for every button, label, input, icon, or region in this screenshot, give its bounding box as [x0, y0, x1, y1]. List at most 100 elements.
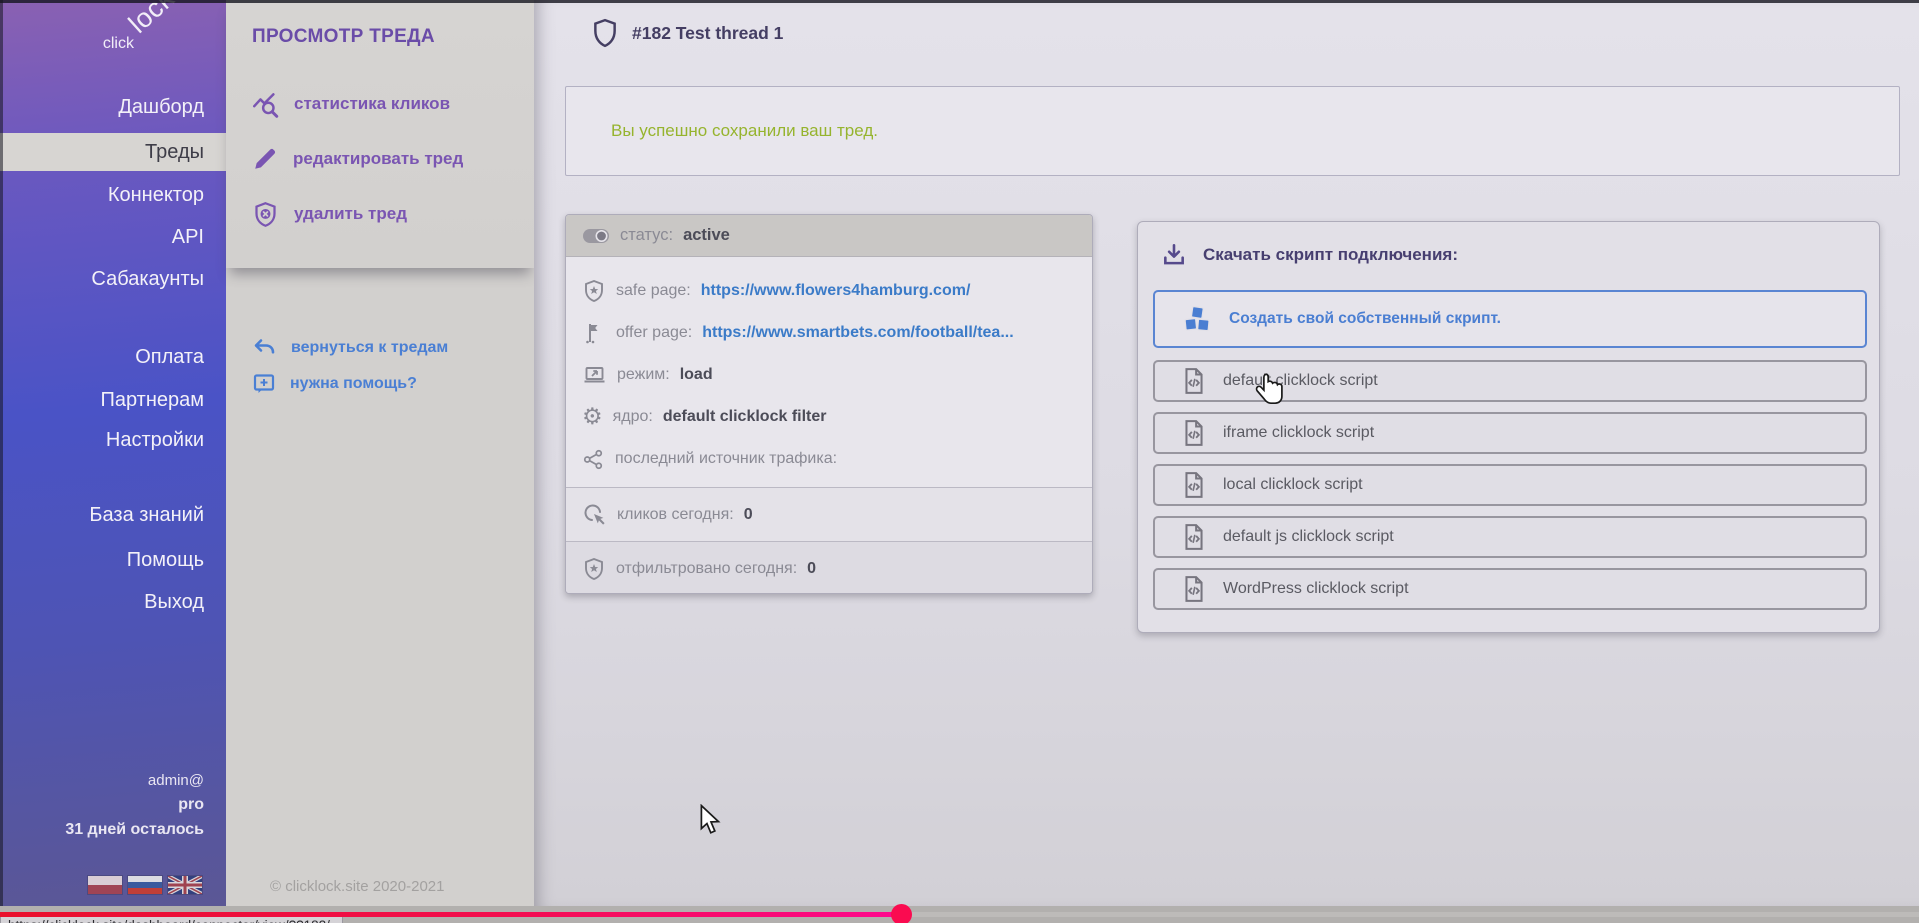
script-button-label: default clicklock script — [1223, 372, 1378, 390]
shield-icon — [592, 18, 618, 48]
action-label: редактировать тред — [293, 149, 463, 169]
create-own-script-label: Создать свой собственный скрипт. — [1229, 310, 1501, 328]
account-days-left: 31 дней осталось — [65, 821, 204, 839]
status-header-row: статус: active — [566, 215, 1092, 257]
video-edge-left — [0, 0, 3, 906]
flag-pin-icon — [582, 321, 606, 345]
page-title: #182 Test thread 1 — [632, 23, 783, 44]
logo-text-click: click — [103, 35, 134, 52]
video-progress-bar[interactable] — [0, 912, 1919, 917]
cubes-icon — [1181, 304, 1213, 334]
sidebar: clicklock Дашборд Треды Коннектор API Са… — [0, 0, 226, 906]
filtered-label: отфильтровано сегодня: — [616, 560, 797, 578]
row-mode: режим: load — [582, 354, 1092, 396]
uk-flag[interactable] — [168, 876, 202, 894]
sidebar-item-knowledge-base[interactable]: База знаний — [0, 496, 226, 534]
sidebar-item-api[interactable]: API — [0, 218, 226, 256]
file-code-icon — [1181, 367, 1207, 395]
language-switcher — [88, 876, 202, 894]
sidebar-item-dashboard[interactable]: Дашборд — [0, 88, 226, 126]
action-delete-thread[interactable]: удалить тред — [252, 198, 407, 230]
default-clicklock-script-button[interactable]: default clicklock script — [1153, 360, 1867, 402]
script-button-label: local clicklock script — [1223, 476, 1363, 494]
link-back-to-threads[interactable]: вернуться к тредам — [252, 334, 448, 362]
default-js-clicklock-script-button[interactable]: default js clicklock script — [1153, 516, 1867, 558]
download-icon — [1161, 242, 1187, 268]
core-value: default clicklock filter — [663, 408, 827, 426]
russia-flag[interactable] — [128, 876, 162, 894]
file-code-icon — [1181, 523, 1207, 551]
wordpress-clicklock-script-button[interactable]: WordPress clicklock script — [1153, 568, 1867, 610]
row-label: safe page: — [616, 282, 691, 300]
shield-star-icon — [582, 557, 606, 581]
script-button-label: default js clicklock script — [1223, 528, 1394, 546]
download-title-text: Скачать скрипт подключения: — [1203, 245, 1458, 265]
file-code-icon — [1181, 471, 1207, 499]
row-safe-page: safe page: https://www.flowers4hamburg.c… — [582, 270, 1092, 312]
laptop-arrow-icon — [582, 363, 607, 387]
copyright: © clicklock.site 2020-2021 — [270, 878, 444, 895]
safe-page-link[interactable]: https://www.flowers4hamburg.com/ — [701, 282, 971, 300]
local-clicklock-script-button[interactable]: local clicklock script — [1153, 464, 1867, 506]
success-alert: Вы успешно сохранили ваш тред. — [565, 86, 1900, 176]
row-core: ⚙ ядро: default clicklock filter — [582, 396, 1092, 438]
row-label: offer page: — [616, 324, 692, 342]
sidebar-item-connector[interactable]: Коннектор — [0, 176, 226, 214]
toggle-icon — [582, 227, 610, 245]
statusbar-url-text: https://clicklock.site/dashboard/connect… — [8, 918, 330, 923]
video-progress-fill — [0, 912, 902, 917]
status-card-body: safe page: https://www.flowers4hamburg.c… — [566, 258, 1092, 480]
video-progress-handle[interactable] — [891, 904, 912, 923]
action-click-statistics[interactable]: статистика кликов — [252, 88, 450, 120]
sidebar-item-partners[interactable]: Партнерам — [0, 381, 226, 419]
file-code-icon — [1181, 575, 1207, 603]
clicks-today-row: кликов сегодня: 0 — [566, 487, 1092, 541]
clicks-label: кликов сегодня: — [617, 506, 734, 524]
link-label: вернуться к тредам — [291, 339, 448, 357]
thread-panel-title: ПРОСМОТР ТРЕДА — [252, 26, 435, 48]
clicks-value: 0 — [744, 506, 753, 524]
undo-arrow-icon — [252, 337, 277, 359]
file-code-icon — [1181, 419, 1207, 447]
download-card-title: Скачать скрипт подключения: — [1161, 242, 1458, 268]
sidebar-item-logout[interactable]: Выход — [0, 583, 226, 621]
sidebar-item-threads[interactable]: Треды — [0, 133, 226, 171]
offer-page-link[interactable]: https://www.smartbets.com/football/tea..… — [702, 324, 1013, 342]
clicklock-logo[interactable]: clicklock — [103, 24, 184, 55]
pencil-icon — [252, 146, 278, 172]
sidebar-item-payment[interactable]: Оплата — [0, 338, 226, 376]
click-cursor-icon — [582, 502, 607, 527]
filtered-today-row: отфильтровано сегодня: 0 — [566, 541, 1092, 594]
mode-value: load — [680, 366, 713, 384]
row-label: ядро: — [613, 408, 653, 426]
sidebar-item-settings[interactable]: Настройки — [0, 421, 226, 459]
link-need-help[interactable]: нужна помощь? — [252, 370, 417, 398]
action-label: статистика кликов — [294, 94, 450, 114]
sidebar-item-help[interactable]: Помощь — [0, 541, 226, 579]
app-window: clicklock Дашборд Треды Коннектор API Са… — [0, 0, 1919, 923]
account-email: admin@ — [148, 772, 204, 789]
row-label: режим: — [617, 366, 670, 384]
help-message-icon — [252, 372, 276, 396]
sidebar-item-subaccounts[interactable]: Сабакаунты — [0, 260, 226, 298]
stats-search-icon — [252, 91, 279, 118]
script-button-label: iframe clicklock script — [1223, 424, 1374, 442]
thread-actions-panel: ПРОСМОТР ТРЕДА статистика кликов редакти… — [226, 0, 534, 268]
action-edit-thread[interactable]: редактировать тред — [252, 143, 463, 175]
logo-text-lock: lock — [123, 0, 181, 40]
create-own-script-button[interactable]: Создать свой собственный скрипт. — [1153, 290, 1867, 348]
poland-flag[interactable] — [88, 876, 122, 894]
row-offer-page: offer page: https://www.smartbets.com/fo… — [582, 312, 1092, 354]
thread-status-card: статус: active safe page: https://www.fl… — [565, 214, 1093, 594]
shield-star-icon — [582, 279, 606, 303]
status-value: active — [683, 226, 730, 245]
iframe-clicklock-script-button[interactable]: iframe clicklock script — [1153, 412, 1867, 454]
account-plan: pro — [178, 796, 204, 814]
filtered-value: 0 — [807, 560, 816, 578]
row-last-traffic-source: последний источник трафика: — [582, 438, 1092, 480]
gear-icon: ⚙ — [582, 406, 603, 429]
share-icon — [582, 448, 605, 471]
status-label: статус: — [620, 226, 673, 245]
action-label: удалить тред — [294, 204, 407, 224]
video-edge-top — [0, 0, 1919, 3]
